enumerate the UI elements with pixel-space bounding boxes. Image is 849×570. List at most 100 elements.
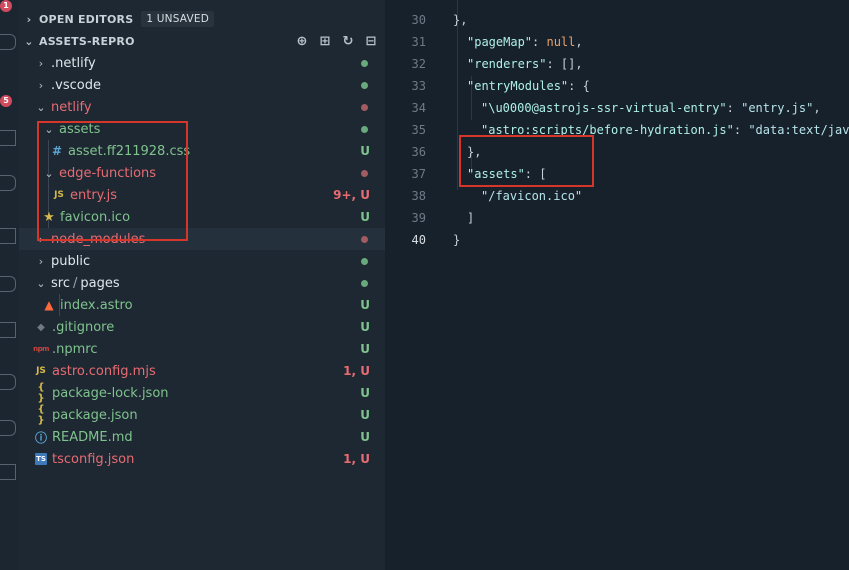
typescript-file-icon: TS	[35, 453, 47, 465]
code-token: "renderers"	[467, 57, 547, 71]
extensions-badge: 5	[0, 95, 12, 107]
code-line[interactable]: 35 "astro:scripts/before-hydration.js": "…	[385, 119, 849, 141]
line-number: 34	[411, 101, 426, 115]
json-file-icon: { }	[37, 382, 45, 404]
extensions-icon[interactable]	[0, 175, 16, 191]
package-icon[interactable]	[0, 374, 16, 390]
code-token: "entry.js"	[741, 101, 814, 115]
line-number: 36	[411, 145, 426, 159]
chevron-down-icon: ⌄	[24, 34, 34, 48]
code-token: }	[453, 233, 461, 247]
tree-item-label: .gitignore	[52, 319, 115, 335]
tree-item-label: index.astro	[60, 297, 133, 313]
code-token: ]	[467, 211, 475, 225]
docker-icon[interactable]	[0, 322, 16, 338]
code-text: "renderers": [],	[467, 53, 583, 75]
line-number: 32	[411, 57, 426, 71]
code-token: "data:text/jav	[748, 123, 849, 137]
project-header[interactable]: ⌄ ASSETS-REPRO ⊕ ⊞ ↻ ⊟	[19, 30, 385, 52]
tree-item-astro-config[interactable]: JS astro.config.mjs 1, U	[19, 360, 385, 382]
refresh-icon[interactable]: ↻	[340, 34, 356, 49]
code-icon[interactable]	[0, 464, 16, 480]
tree-item-public[interactable]: › public	[19, 250, 385, 272]
tree-item-readme[interactable]: ⓘ README.md U	[19, 426, 385, 448]
source-control-badge: 1	[0, 0, 12, 12]
chevron-right-icon: ›	[38, 254, 44, 268]
unsaved-badge: 1 UNSAVED	[141, 11, 214, 27]
code-text: }	[453, 229, 460, 251]
highlight-box	[37, 121, 188, 241]
git-status: U	[360, 210, 370, 224]
tree-item-package-json[interactable]: { } package.json U	[19, 404, 385, 426]
code-text: ]	[467, 207, 474, 229]
tree-item-label: README.md	[52, 429, 133, 445]
chevron-right-icon: ›	[26, 12, 32, 26]
open-editors-label: OPEN EDITORS	[39, 12, 134, 26]
code-line[interactable]: 31 "pageMap": null,	[385, 31, 849, 53]
code-token: :	[733, 123, 749, 137]
line-number: 31	[411, 35, 426, 49]
status-dot	[361, 125, 368, 133]
code-line[interactable]: 32 "renderers": [],	[385, 53, 849, 75]
chevron-down-icon: ⌄	[36, 276, 46, 290]
tree-item-tsconfig[interactable]: TS tsconfig.json 1, U	[19, 448, 385, 470]
new-file-icon[interactable]: ⊕	[294, 34, 310, 49]
json-file-icon: { }	[37, 404, 45, 426]
tree-item-label: netlify	[51, 99, 92, 115]
project-label: ASSETS-REPRO	[39, 34, 135, 48]
code-line[interactable]: 37 "assets": [	[385, 163, 849, 185]
code-token: "entryModules"	[467, 79, 569, 93]
line-number: 33	[411, 79, 426, 93]
tree-item-label: .vscode	[51, 77, 101, 93]
code-editor[interactable]: 30}, 31 "pageMap": null, 32 "renderers": [],…	[385, 0, 849, 570]
code-line[interactable]: 39]	[385, 207, 849, 229]
status-dot	[361, 279, 368, 287]
path-separator: /	[72, 275, 78, 291]
astro-icon: ▲	[44, 298, 54, 312]
open-editors-header[interactable]: › OPEN EDITORS 1 UNSAVED	[19, 8, 385, 30]
code-line[interactable]: 40}	[385, 229, 849, 251]
remote-explorer-icon[interactable]	[0, 228, 16, 244]
tree-item-vscode[interactable]: › .vscode	[19, 74, 385, 96]
code-token: : {	[568, 79, 590, 93]
code-token: "/favicon.ico"	[481, 189, 583, 203]
code-line[interactable]: 30},	[385, 9, 849, 31]
code-token: ,	[575, 35, 583, 49]
tree-item-index-astro[interactable]: ▲ index.astro U	[19, 294, 385, 316]
code-line[interactable]: 33 "entryModules": {	[385, 75, 849, 97]
tree-item-package-lock[interactable]: { } package-lock.json U	[19, 382, 385, 404]
line-number: 37	[411, 167, 426, 181]
code-text: "/favicon.ico"	[481, 185, 582, 207]
status-dot	[361, 81, 368, 89]
tree-item-label: src	[51, 275, 70, 291]
collapse-all-icon[interactable]: ⊟	[363, 34, 379, 49]
tree-item-label: public	[51, 253, 91, 269]
tree-item-netlify[interactable]: ⌄ netlify	[19, 96, 385, 118]
npm-icon: npm	[33, 345, 49, 353]
git-status: 1, U	[343, 364, 370, 378]
status-dot	[361, 103, 368, 111]
tree-item-netlify-hidden[interactable]: › .netlify	[19, 52, 385, 74]
code-text: "\u0000@astrojs-ssr-virtual-entry": "ent…	[481, 97, 821, 119]
highlight-box	[459, 135, 594, 187]
code-line[interactable]: 36},	[385, 141, 849, 163]
git-status: U	[360, 342, 370, 356]
shield-icon[interactable]	[0, 420, 16, 436]
line-number: 30	[411, 13, 426, 27]
search-icon[interactable]	[0, 34, 16, 50]
code-token: "pageMap"	[467, 35, 533, 49]
tree-item-src-pages[interactable]: ⌄ src / pages	[19, 272, 385, 294]
chevron-right-icon: ›	[38, 78, 44, 92]
run-debug-icon[interactable]	[0, 130, 16, 146]
testing-icon[interactable]	[0, 276, 16, 292]
status-dot	[361, 169, 368, 177]
git-status: U	[360, 144, 370, 158]
explorer-sidebar: › OPEN EDITORS 1 UNSAVED ⌄ ASSETS-REPRO …	[19, 0, 385, 570]
tree-item-npmrc[interactable]: npm .npmrc U	[19, 338, 385, 360]
code-line[interactable]: 38 "/favicon.ico"	[385, 185, 849, 207]
code-line[interactable]: 34 "\u0000@astrojs-ssr-virtual-entry": "e…	[385, 97, 849, 119]
javascript-file-icon: JS	[36, 366, 46, 376]
tree-item-gitignore[interactable]: ◆ .gitignore U	[19, 316, 385, 338]
new-folder-icon[interactable]: ⊞	[317, 34, 333, 49]
chevron-right-icon: ›	[38, 56, 44, 70]
